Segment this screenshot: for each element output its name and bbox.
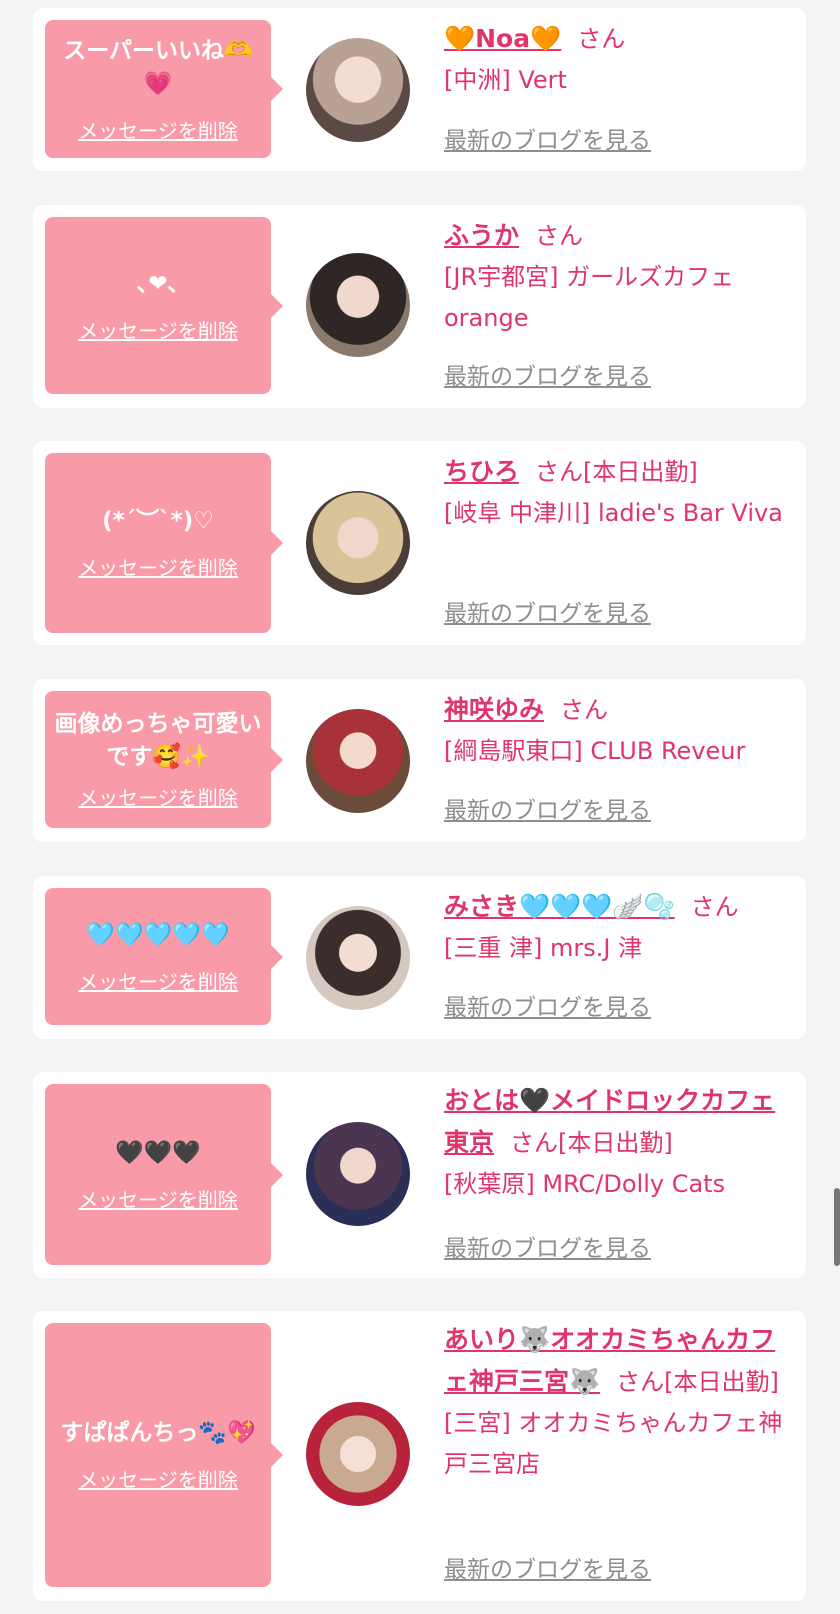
user-name-link[interactable]: 🧡Noa🧡 [444, 24, 561, 53]
message-card: スーパーいいね🫶💗 メッセージを削除 🧡Noa🧡 さん [中洲] Vert 最新の… [33, 8, 806, 171]
delete-message-link[interactable]: メッセージを削除 [78, 1464, 238, 1493]
user-name-link[interactable]: ふうか [444, 221, 519, 250]
avatar[interactable] [306, 1122, 410, 1226]
user-name-link[interactable]: 神咲ゆみ [444, 695, 544, 724]
message-bubble: 画像めっちゃ可愛いです🥰✨ メッセージを削除 [45, 691, 283, 828]
honorific: さん [690, 893, 739, 921]
avatar[interactable] [306, 253, 410, 357]
shop-name: [三宮] オオカミちゃんカフェ神戸三宮店 [444, 1409, 783, 1478]
message-text: すぱぱんちっ🐾💖 [60, 1420, 256, 1446]
message-bubble: すぱぱんちっ🐾💖 メッセージを削除 [45, 1323, 283, 1587]
status-badge: [本日出勤] [583, 458, 698, 486]
message-text: スーパーいいね🫶💗 [63, 37, 253, 97]
message-card: ､❤︎､ メッセージを削除 ふうか さん [JR宇都宮] ガールズカフェorang… [33, 205, 806, 408]
message-text: 🩵🩵🩵🩵🩵 [86, 921, 230, 948]
honorific: さん [616, 1368, 665, 1396]
avatar[interactable] [306, 491, 410, 595]
scrollbar[interactable] [834, 1188, 840, 1266]
message-card: 画像めっちゃ可愛いです🥰✨ メッセージを削除 神咲ゆみ さん [綱島駅東口] CL… [33, 679, 806, 842]
avatar[interactable] [306, 709, 410, 813]
delete-message-link[interactable]: メッセージを削除 [78, 552, 238, 581]
message-text: ､❤︎､ [136, 270, 180, 297]
shop-name: [綱島駅東口] CLUB Reveur [444, 737, 746, 765]
shop-name: [三重 津] mrs.J 津 [444, 934, 643, 962]
delete-message-link[interactable]: メッセージを削除 [78, 782, 238, 811]
honorific: さん [560, 696, 609, 724]
message-bubble: スーパーいいね🫶💗 メッセージを削除 [45, 20, 283, 158]
latest-blog-link[interactable]: 最新のブログを見る [444, 121, 651, 155]
message-bubble: ､❤︎､ メッセージを削除 [45, 217, 283, 394]
latest-blog-link[interactable]: 最新のブログを見る [444, 357, 651, 391]
honorific: さん [535, 222, 584, 250]
latest-blog-link[interactable]: 最新のブログを見る [444, 1229, 651, 1263]
latest-blog-link[interactable]: 最新のブログを見る [444, 791, 651, 825]
status-badge: [本日出勤] [558, 1129, 673, 1157]
honorific: さん [577, 25, 626, 53]
latest-blog-link[interactable]: 最新のブログを見る [444, 594, 651, 628]
message-card: (*´︶`*)♡ メッセージを削除 ちひろ さん[本日出勤] [岐阜 中津川] l… [33, 441, 806, 645]
message-card: すぱぱんちっ🐾💖 メッセージを削除 あいり🐺オオカミちゃんカフェ神戸三宮🐺 さん[… [33, 1311, 806, 1601]
user-name-link[interactable]: ちひろ [444, 457, 519, 486]
message-bubble: 🩵🩵🩵🩵🩵 メッセージを削除 [45, 888, 283, 1025]
delete-message-link[interactable]: メッセージを削除 [78, 1184, 238, 1213]
latest-blog-link[interactable]: 最新のブログを見る [444, 988, 651, 1022]
message-card: 🩵🩵🩵🩵🩵 メッセージを削除 みさき🩵🩵🩵🪽🫧 さん [三重 津] mrs.J 津… [33, 876, 806, 1039]
avatar[interactable] [306, 38, 410, 142]
message-text: (*´︶`*)♡ [102, 508, 214, 534]
message-text: 🖤🖤🖤 [115, 1139, 201, 1166]
shop-name: [岐阜 中津川] ladie's Bar Viva [444, 499, 783, 527]
latest-blog-link[interactable]: 最新のブログを見る [444, 1550, 651, 1584]
shop-name: [秋葉原] MRC/Dolly Cats [444, 1170, 726, 1198]
user-name-link[interactable]: みさき🩵🩵🩵🪽🫧 [444, 892, 675, 921]
message-text: 画像めっちゃ可愛いです🥰✨ [54, 711, 262, 770]
avatar[interactable] [306, 1402, 410, 1506]
status-badge: [本日出勤] [664, 1368, 779, 1396]
honorific: さん [510, 1129, 559, 1157]
delete-message-link[interactable]: メッセージを削除 [78, 115, 238, 144]
avatar[interactable] [306, 906, 410, 1010]
shop-name: [JR宇都宮] ガールズカフェorange [444, 263, 735, 332]
delete-message-link[interactable]: メッセージを削除 [78, 315, 238, 344]
message-card: 🖤🖤🖤 メッセージを削除 おとは🖤メイドロックカフェ東京 さん[本日出勤] [秋葉… [33, 1072, 806, 1278]
shop-name: [中洲] Vert [444, 66, 567, 94]
honorific: さん [535, 458, 584, 486]
message-bubble: 🖤🖤🖤 メッセージを削除 [45, 1084, 283, 1265]
message-bubble: (*´︶`*)♡ メッセージを削除 [45, 453, 283, 633]
delete-message-link[interactable]: メッセージを削除 [78, 966, 238, 995]
